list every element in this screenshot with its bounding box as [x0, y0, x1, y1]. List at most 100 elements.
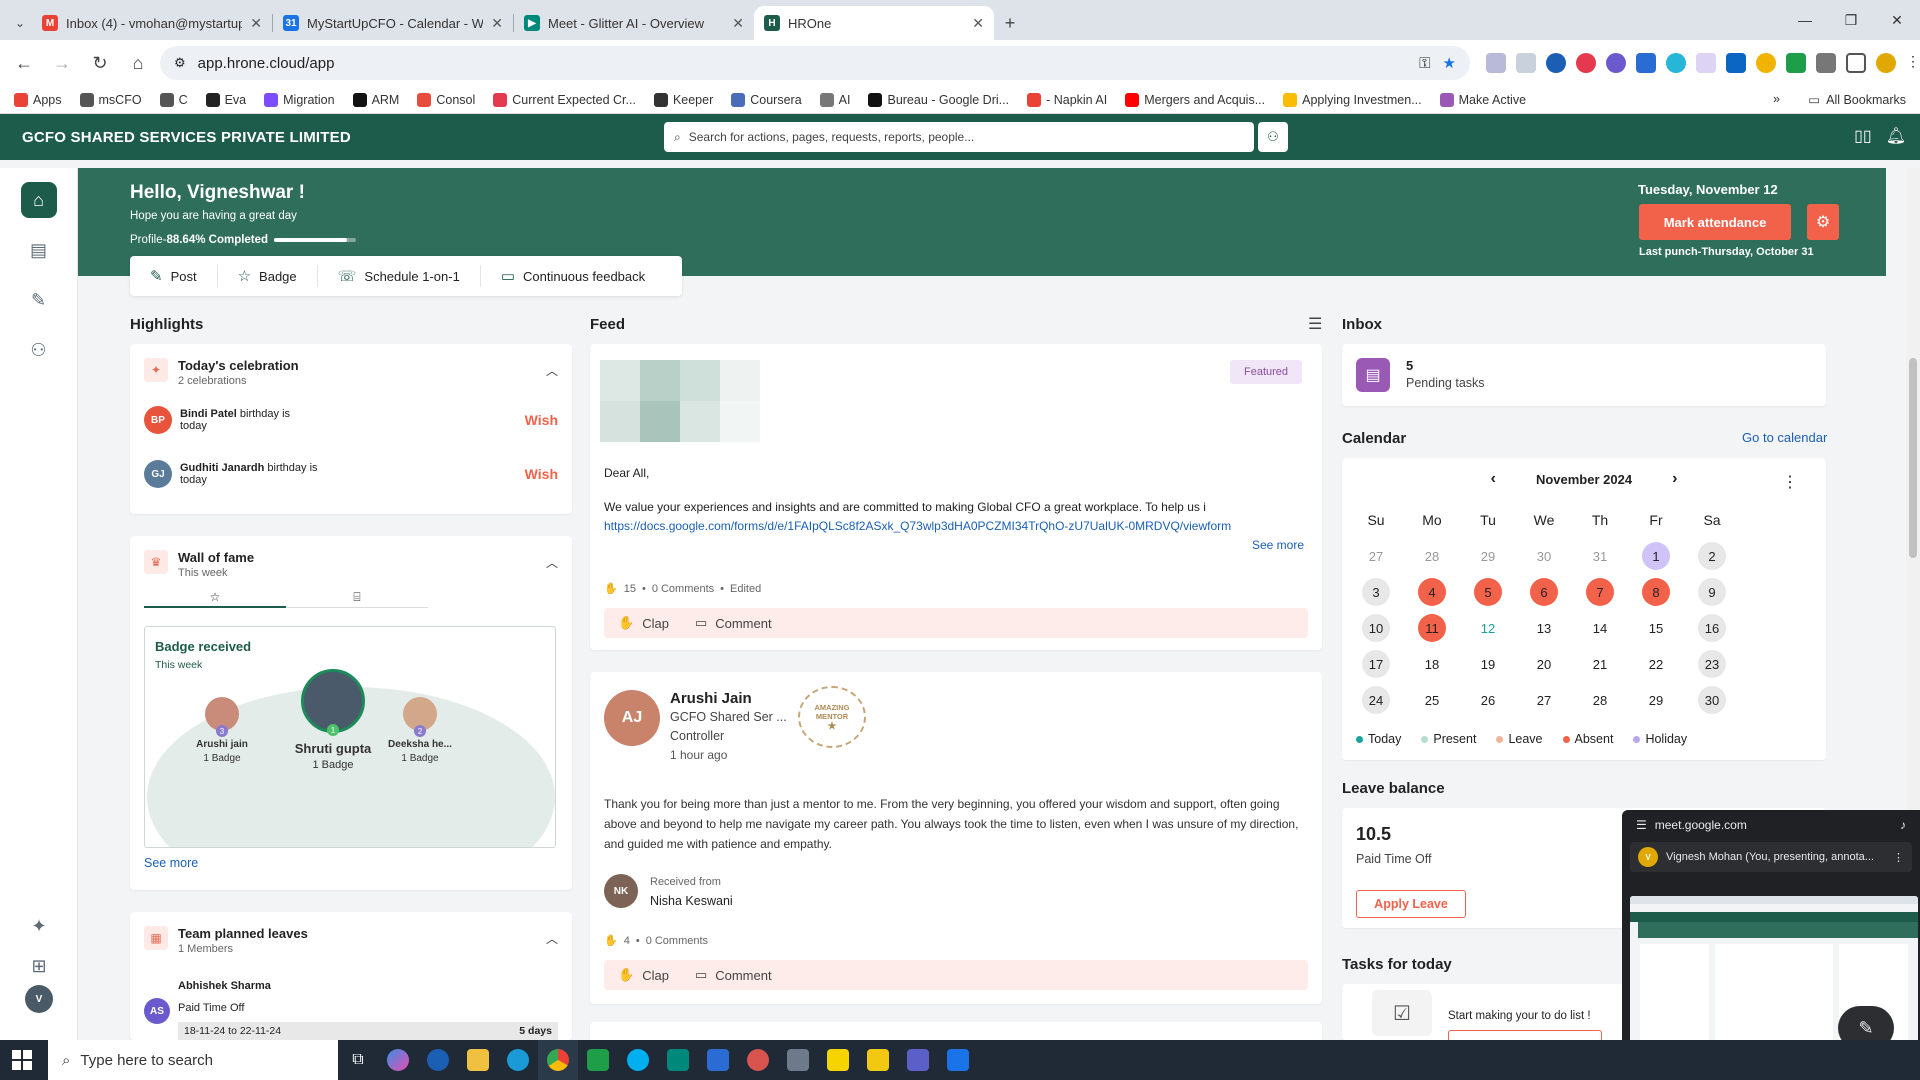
- bookmark-star-icon[interactable]: ★: [1443, 54, 1456, 72]
- menu-kebab-icon[interactable]: ⋮: [1893, 851, 1904, 864]
- home-nav-icon[interactable]: ⌂: [20, 182, 57, 218]
- bell-icon[interactable]: 🔔︎: [1886, 126, 1906, 146]
- calendar-day[interactable]: 25: [1408, 686, 1456, 714]
- extension-icon[interactable]: [1756, 53, 1776, 73]
- wish-button[interactable]: Wish: [525, 412, 558, 428]
- bookmark-item[interactable]: Bureau - Google Dri...: [868, 92, 1009, 107]
- extension-icon[interactable]: [1786, 53, 1806, 73]
- clap-button[interactable]: ✋ Clap: [618, 967, 669, 983]
- tab-search-icon[interactable]: ⌄: [8, 6, 32, 40]
- calendar-day[interactable]: 30: [1688, 686, 1736, 714]
- bookmark-item[interactable]: Current Expected Cr...: [493, 92, 636, 107]
- bookmark-item[interactable]: Migration: [264, 92, 335, 107]
- scroll-thumb[interactable]: [1909, 358, 1917, 558]
- home-icon[interactable]: ⌂: [122, 47, 154, 79]
- extension-icon[interactable]: [1666, 53, 1686, 73]
- global-search[interactable]: ⌕ Search for actions, pages, requests, r…: [664, 122, 1254, 152]
- copilot-icon[interactable]: [378, 1040, 418, 1080]
- badge-button[interactable]: ☆ Badge: [218, 265, 318, 287]
- calendar-day[interactable]: 12: [1464, 614, 1512, 642]
- attendance-settings-icon[interactable]: ⚙: [1807, 204, 1839, 240]
- extension-icon[interactable]: [1516, 53, 1536, 73]
- apps-nav-icon[interactable]: ⊞: [21, 948, 57, 984]
- wish-button[interactable]: Wish: [525, 466, 558, 482]
- extension-icon[interactable]: [1636, 53, 1656, 73]
- calendar-day[interactable]: 22: [1632, 650, 1680, 678]
- feed-filter-icon[interactable]: ☰: [1308, 314, 1322, 334]
- calendar-day[interactable]: 30: [1520, 542, 1568, 570]
- post-form-link[interactable]: https://docs.google.com/forms/d/e/1FAIpQ…: [604, 519, 1308, 533]
- extension-icon[interactable]: [1726, 53, 1746, 73]
- extension-icon[interactable]: [1546, 53, 1566, 73]
- calendar-menu-icon[interactable]: ⋮: [1782, 472, 1798, 492]
- comment-count[interactable]: 0 Comments: [652, 583, 714, 595]
- bookmark-item[interactable]: Make Active: [1439, 92, 1526, 107]
- chevron-up-icon[interactable]: ︿: [546, 554, 558, 571]
- extension-icon[interactable]: [1486, 53, 1506, 73]
- app-r-icon[interactable]: [698, 1040, 738, 1080]
- bookmark-item[interactable]: Eva: [205, 92, 246, 107]
- bookmark-item[interactable]: ARM: [352, 92, 399, 107]
- profile-avatar[interactable]: [1876, 53, 1896, 73]
- inbox-card[interactable]: ▤ 5 Pending tasks: [1342, 344, 1826, 406]
- calendar-day[interactable]: 19: [1464, 650, 1512, 678]
- new-tab-button[interactable]: +: [994, 6, 1026, 40]
- poster-avatar[interactable]: AJ: [604, 690, 660, 746]
- comment-button[interactable]: ▭ Comment: [695, 967, 772, 983]
- sticky-notes-icon[interactable]: [818, 1040, 858, 1080]
- powerbi-icon[interactable]: [858, 1040, 898, 1080]
- go-to-calendar-link[interactable]: Go to calendar: [1742, 430, 1827, 445]
- onepassword-icon[interactable]: [418, 1040, 458, 1080]
- add-task-button[interactable]: [1448, 1030, 1602, 1040]
- next-month-icon[interactable]: ›: [1672, 470, 1677, 488]
- calendar-day[interactable]: 13: [1520, 614, 1568, 642]
- mic-icon[interactable]: ♪: [1900, 818, 1906, 832]
- mark-attendance-button[interactable]: Mark attendance: [1639, 204, 1791, 240]
- post-button[interactable]: ✎ Post: [130, 265, 218, 287]
- bookmark-item[interactable]: - Napkin AI: [1027, 92, 1107, 107]
- post-see-more-link[interactable]: See more: [1252, 538, 1304, 552]
- org-chart-button[interactable]: ⚇: [1258, 122, 1288, 152]
- calendar-day[interactable]: 7: [1576, 578, 1624, 606]
- team-nav-icon[interactable]: ⚇: [21, 332, 57, 368]
- inbox-nav-icon[interactable]: ▤: [21, 232, 57, 268]
- bookmark-item[interactable]: Applying Investmen...: [1283, 92, 1422, 107]
- calculator-icon[interactable]: [778, 1040, 818, 1080]
- browser-tab[interactable]: 31 MyStartUpCFO - Calendar - We ✕: [273, 6, 513, 40]
- skype-icon[interactable]: [618, 1040, 658, 1080]
- sheets-icon[interactable]: [578, 1040, 618, 1080]
- calendar-day[interactable]: 23: [1688, 650, 1736, 678]
- apply-leave-button[interactable]: Apply Leave: [1356, 890, 1466, 918]
- calendar-day[interactable]: 29: [1632, 686, 1680, 714]
- user-avatar[interactable]: V: [25, 985, 53, 1013]
- bookmark-item[interactable]: Mergers and Acquis...: [1125, 92, 1265, 107]
- calendar-day[interactable]: 10: [1352, 614, 1400, 642]
- fame-see-more-link[interactable]: See more: [144, 856, 198, 870]
- calendar-day[interactable]: 11: [1408, 614, 1456, 642]
- calendar-day[interactable]: 8: [1632, 578, 1680, 606]
- chrome-icon[interactable]: [538, 1040, 578, 1080]
- browser-tab[interactable]: ▶ Meet - Glitter AI - Overview ✕: [514, 6, 754, 40]
- extension-icon[interactable]: [1606, 53, 1626, 73]
- calendar-day[interactable]: 28: [1408, 542, 1456, 570]
- comment-button[interactable]: ▭ Comment: [695, 615, 772, 631]
- all-bookmarks[interactable]: ▭ All Bookmarks: [1808, 92, 1906, 108]
- teams-icon[interactable]: [898, 1040, 938, 1080]
- file-explorer-icon[interactable]: [458, 1040, 498, 1080]
- snip-icon[interactable]: [738, 1040, 778, 1080]
- bookmark-item[interactable]: Coursera: [731, 92, 802, 107]
- calendar-day[interactable]: 9: [1688, 578, 1736, 606]
- calendar-day[interactable]: 28: [1576, 686, 1624, 714]
- site-info-icon[interactable]: ⚙: [174, 55, 186, 71]
- forward-icon[interactable]: →: [46, 47, 78, 79]
- minimize-icon[interactable]: —: [1782, 0, 1828, 40]
- restore-icon[interactable]: ❐: [1828, 0, 1874, 40]
- reward-tab[interactable]: ⌸: [286, 590, 428, 608]
- bookmark-item[interactable]: AI: [819, 92, 850, 107]
- book-icon[interactable]: ▯▯: [1854, 126, 1872, 146]
- tab-close-icon[interactable]: ✕: [250, 15, 262, 32]
- feedback-button[interactable]: ▭ Continuous feedback: [481, 265, 665, 287]
- calendar-day[interactable]: 18: [1408, 650, 1456, 678]
- calendar-day[interactable]: 31: [1576, 542, 1624, 570]
- taskbar-search[interactable]: ⌕ Type here to search: [48, 1040, 338, 1080]
